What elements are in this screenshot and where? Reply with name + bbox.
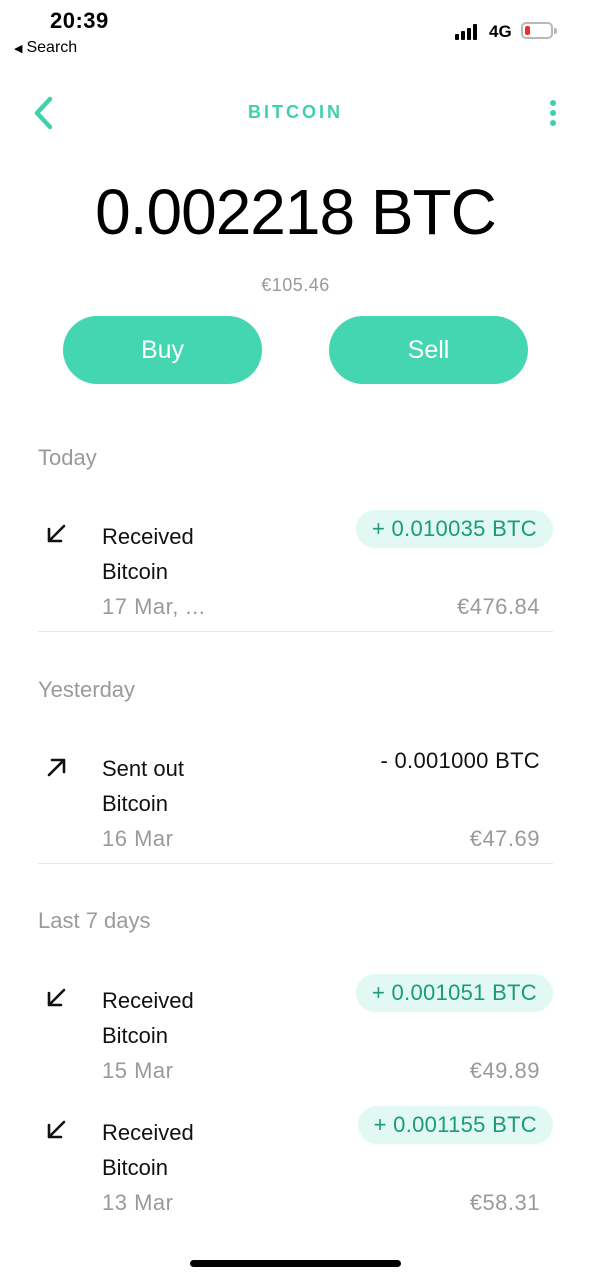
transaction-fiat-value: €49.89 [469,1058,540,1083]
transaction-amount: - 0.001000 BTC [380,748,540,773]
transaction-date: 13 Mar [102,1190,174,1215]
crypto-balance: 0.002218 BTC [95,176,497,248]
back-to-search-link[interactable]: ◀ Search [14,39,77,57]
transaction-date: 15 Mar [102,1058,174,1083]
transaction-date: 16 Mar [102,826,174,851]
transaction-row[interactable]: Received Bitcoin 17 Mar, ... + 0.010035 … [38,510,553,636]
transaction-type: Received [102,1120,194,1145]
transaction-asset: Bitcoin [102,559,169,584]
more-options-button[interactable] [541,98,565,132]
transaction-fiat-value: €476.84 [456,594,540,619]
section-label-today: Today [38,445,97,470]
battery-icon [521,22,557,39]
divider [38,631,553,632]
network-type: 4G [489,22,512,41]
status-time: 20:39 [50,8,109,33]
transaction-amount: + 0.001051 BTC [355,974,553,1012]
fiat-balance: €105.46 [261,275,330,295]
arrow-up-right-icon [47,758,66,777]
transaction-asset: Bitcoin [102,1023,169,1048]
back-to-search-label: Search [26,39,78,56]
transaction-type: Received [102,524,194,549]
transaction-fiat-value: €47.69 [469,826,540,851]
transaction-type: Received [102,988,194,1013]
transaction-amount: + 0.001155 BTC [357,1106,553,1144]
transaction-row[interactable]: Received Bitcoin 13 Mar + 0.001155 BTC €… [38,1106,553,1232]
transaction-asset: Bitcoin [102,791,169,816]
status-bar: 20:39 ◀ Search 4G [0,0,591,60]
transaction-fiat-value: €58.31 [469,1190,540,1215]
transaction-type: Sent out [102,756,184,781]
divider [38,863,553,864]
arrow-down-left-icon [47,1120,66,1139]
page-title: BITCOIN [248,102,343,122]
transaction-row[interactable]: Sent out Bitcoin 16 Mar - 0.001000 BTC €… [38,748,553,868]
section-label-yesterday: Yesterday [38,677,136,702]
transaction-row[interactable]: Received Bitcoin 15 Mar + 0.001051 BTC €… [38,974,553,1100]
buy-button[interactable]: Buy [63,316,262,384]
arrow-down-left-icon [47,524,66,543]
arrow-down-left-icon [47,988,66,1007]
nav-header: BITCOIN [0,80,591,144]
home-indicator[interactable] [190,1260,401,1267]
transaction-date: 17 Mar, ... [102,594,206,619]
back-triangle-icon: ◀ [14,42,23,55]
transaction-amount: + 0.010035 BTC [355,510,553,548]
section-label-last-7-days: Last 7 days [38,908,151,933]
transaction-asset: Bitcoin [102,1155,169,1180]
signal-strength-icon [455,24,483,40]
more-vertical-icon [550,100,556,106]
sell-button[interactable]: Sell [329,316,528,384]
